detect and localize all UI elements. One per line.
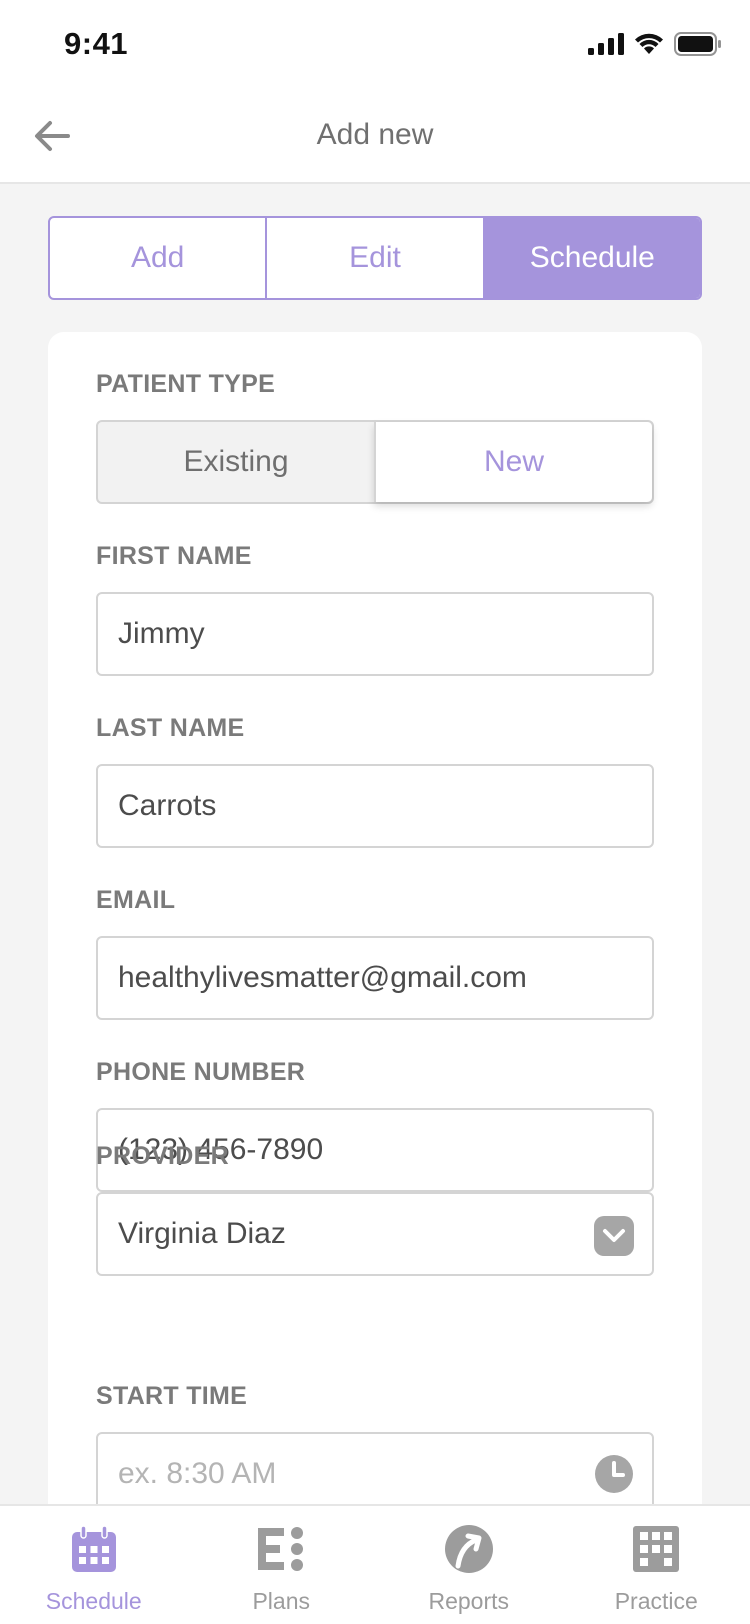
status-bar: 9:41 [0,0,750,92]
email-field[interactable]: healthylivesmatter@gmail.com [96,936,654,1020]
last-name-label: LAST NAME [96,714,245,742]
app-header: Add new [0,92,750,184]
provider-value: Virginia Diaz [118,1217,286,1250]
status-time: 9:41 [64,26,129,61]
battery-icon [674,32,721,56]
nav-item-schedule[interactable]: Schedule [0,1506,188,1624]
plans-icon [258,1527,304,1571]
patient-type-new[interactable]: New [374,422,652,502]
tab-schedule[interactable]: Schedule [482,218,700,298]
building-icon [633,1526,680,1572]
page-title: Add new [316,118,434,151]
patient-type-toggle: Existing New [96,420,654,504]
nav-label-practice: Practice [614,1588,698,1614]
provider-label: PROVIDER [96,1142,229,1170]
start-time-placeholder: ex. 8:30 AM [118,1457,277,1490]
wifi-icon [635,33,663,54]
signal-icon [588,33,624,55]
tab-edit[interactable]: Edit [265,218,482,298]
email-label: EMAIL [96,886,176,914]
chevron-down-icon[interactable] [594,1216,634,1256]
last-name-field[interactable]: Carrots [96,764,654,848]
nav-label-reports: Reports [428,1588,510,1614]
form-card: PATIENT TYPE Existing New FIRST NAME Jim… [48,332,702,1552]
provider-select[interactable]: Virginia Diaz [96,1192,654,1276]
patient-type-label: PATIENT TYPE [96,370,276,398]
calendar-icon [71,1525,116,1572]
nav-item-practice[interactable]: Practice [563,1506,750,1624]
patient-type-existing[interactable]: Existing [98,422,374,502]
bottom-nav: Schedule Plans Reports Practice [0,1504,750,1624]
tab-add[interactable]: Add [50,218,265,298]
nav-label-schedule: Schedule [45,1588,142,1614]
nav-item-reports[interactable]: Reports [375,1506,563,1624]
first-name-label: FIRST NAME [96,542,252,570]
nav-label-plans: Plans [252,1588,311,1614]
clock-icon [595,1455,633,1493]
first-name-field[interactable]: Jimmy [96,592,654,676]
start-time-label: START TIME [96,1382,248,1410]
phone-label: PHONE NUMBER [96,1058,306,1086]
reports-icon [444,1525,493,1573]
mode-tabs: Add Edit Schedule [48,216,702,300]
status-icons [588,32,722,56]
nav-item-plans[interactable]: Plans [188,1506,376,1624]
